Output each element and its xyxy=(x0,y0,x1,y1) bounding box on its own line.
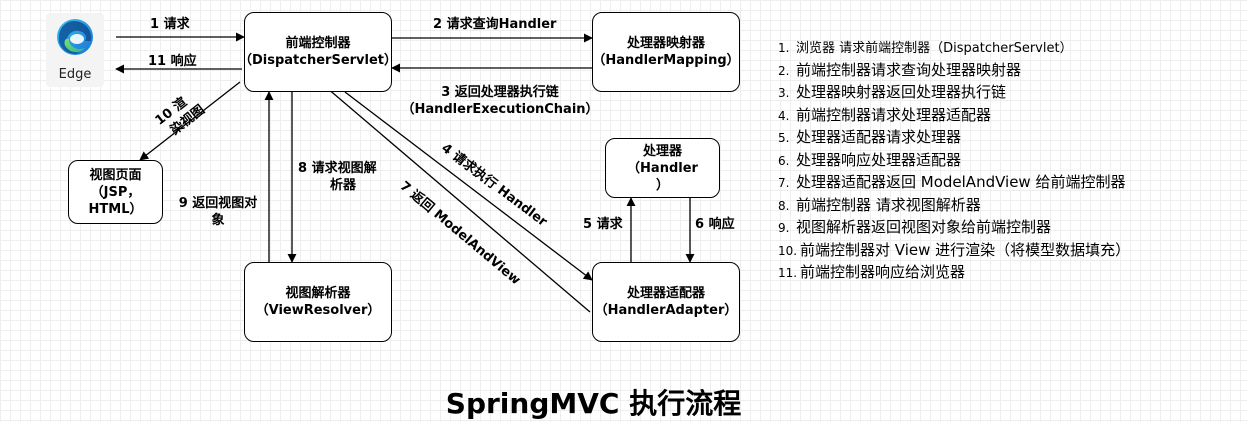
edge-label-5: 5 请求 xyxy=(583,217,623,232)
step-item: 4. 前端控制器请求处理器适配器 xyxy=(778,105,992,124)
view-page-line3: HTML） xyxy=(88,201,143,217)
diagram-title: SpringMVC 执行流程 xyxy=(445,387,742,420)
handler-adapter-title: 处理器适配器 xyxy=(626,286,705,301)
step-item: 6. 处理器响应处理器适配器 xyxy=(778,150,962,169)
handler-node: 处理器 （Handler ） xyxy=(605,138,720,198)
steps-list: 1. 浏览器 请求前端控制器（DispatcherServlet） 2. 前端控制器… xyxy=(778,38,1130,285)
edge-label-6: 6 响应 xyxy=(695,217,735,232)
step-item: 5. 处理器适配器请求处理器 xyxy=(778,128,962,146)
edge-label-9-line1: 9 返回视图对 xyxy=(178,196,258,211)
edge-label-8-line1: 8 请求视图解 xyxy=(298,161,377,176)
step-item: 7. 处理器适配器返回 ModelAndView 给前端控制器 xyxy=(778,173,1126,191)
handler-subtitle-end: ） xyxy=(655,177,669,193)
handler-title: 处理器 xyxy=(642,143,682,159)
edge-label-3-line1: 3 返回处理器执行链 xyxy=(441,85,559,100)
edge-label-9-line2: 象 xyxy=(211,213,225,228)
step-item: 3. 处理器映射器返回处理器执行链 xyxy=(778,83,1007,101)
dispatcher-servlet-subtitle: （DispatcherServlet） xyxy=(238,53,398,68)
handler-mapping-title: 处理器映射器 xyxy=(626,36,705,51)
step-item: 11. 前端控制器响应给浏览器 xyxy=(778,263,966,281)
edge-browser-label: Edge xyxy=(58,67,92,82)
dispatcher-servlet-node: 前端控制器 （DispatcherServlet） xyxy=(239,12,397,92)
handler-subtitle: （Handler xyxy=(627,160,698,176)
step-item: 1. 浏览器 请求前端控制器（DispatcherServlet） xyxy=(778,41,1073,56)
edge-label-8-line2: 析器 xyxy=(330,178,357,193)
edge-label-1: 1 请求 xyxy=(150,17,190,32)
step-item: 10. 前端控制器对 View 进行渲染（将模型数据填充） xyxy=(778,240,1131,259)
edge-label-8: 8 请求视图解 析器 xyxy=(298,160,377,194)
edge-browser-icon: Edge xyxy=(46,13,104,87)
handler-mapping-node: 处理器映射器 （HandlerMapping） xyxy=(592,12,740,92)
step-item: 2. 前端控制器请求查询处理器映射器 xyxy=(778,60,1022,79)
handler-mapping-subtitle: （HandlerMapping） xyxy=(592,53,740,68)
edge-label-11: 11 响应 xyxy=(148,54,197,69)
edge-label-9: 9 返回视图对 象 xyxy=(168,195,268,229)
view-page-title: 视图页面 xyxy=(89,167,142,183)
view-resolver-node: 视图解析器 （ViewResolver） xyxy=(244,262,392,342)
view-page-line2: （JSP， xyxy=(90,184,141,200)
view-resolver-subtitle: （ViewResolver） xyxy=(255,303,381,318)
edge-logo-icon xyxy=(57,19,93,55)
step-item: 9. 视图解析器返回视图对象给前端控制器 xyxy=(778,218,1052,236)
view-page-node: 视图页面 （JSP， HTML） xyxy=(68,160,163,224)
step-item: 8. 前端控制器 请求视图解析器 xyxy=(778,195,981,214)
edge-label-3: 3 返回处理器执行链 （HandlerExecutionChain） xyxy=(400,84,600,118)
edge-label-2: 2 请求查询Handler xyxy=(433,17,557,32)
edge-label-3-line2: （HandlerExecutionChain） xyxy=(401,102,599,117)
view-resolver-title: 视图解析器 xyxy=(285,286,351,301)
handler-adapter-subtitle: （HandlerAdapter） xyxy=(594,303,738,318)
handler-adapter-node: 处理器适配器 （HandlerAdapter） xyxy=(592,262,740,342)
dispatcher-servlet-title: 前端控制器 xyxy=(285,36,351,51)
